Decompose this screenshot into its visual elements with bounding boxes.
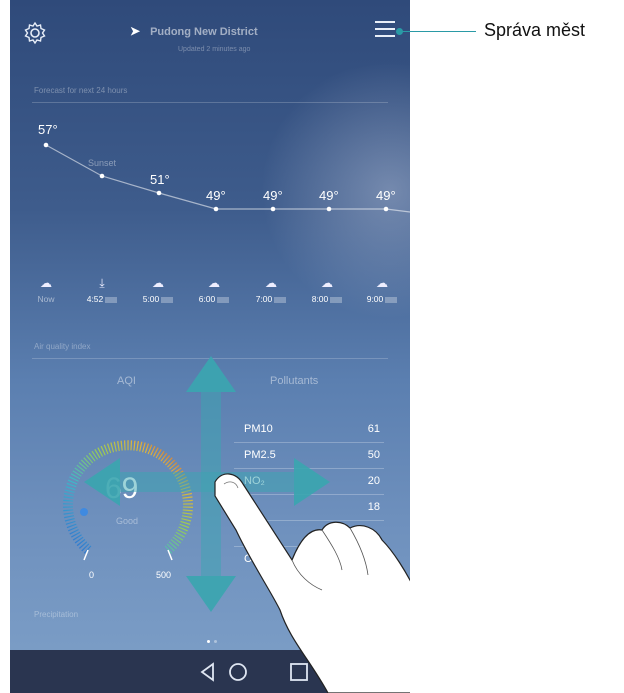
hand-gesture-icon: [214, 473, 410, 693]
weather-app-screen: ➤ Pudong New District Updated 2 minutes a…: [10, 0, 410, 693]
callout-label: Správa měst: [484, 20, 586, 40]
